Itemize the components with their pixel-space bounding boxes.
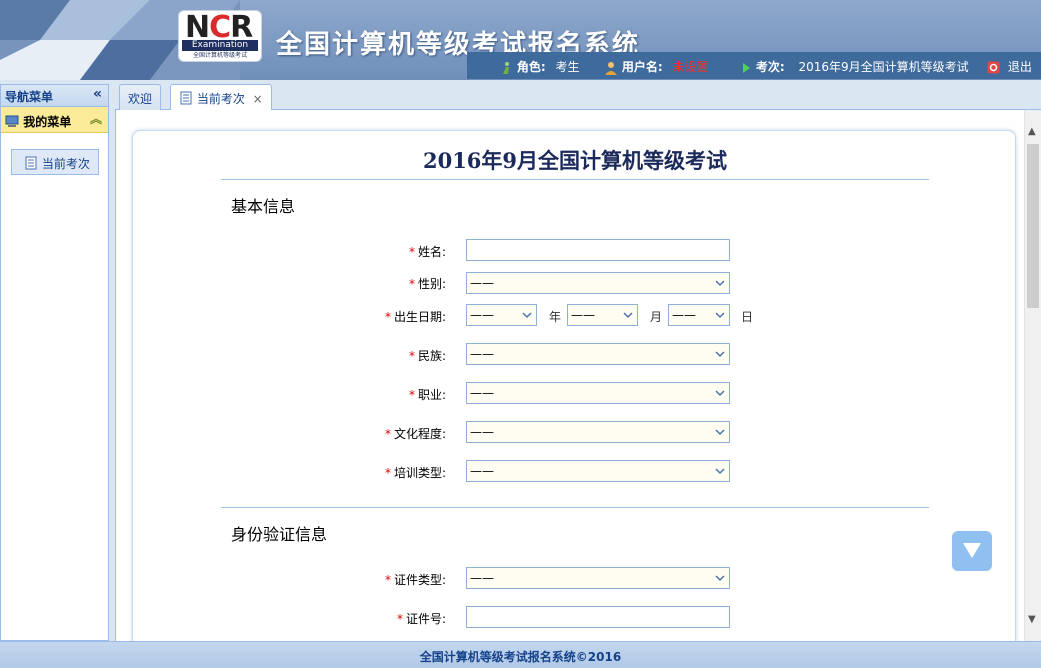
birth-year-select[interactable]: —— — [466, 304, 537, 326]
role-value: 考生 — [555, 60, 580, 74]
ncr-logo: NCR Examination 全国计算机等级考试 — [178, 10, 262, 62]
document-icon — [25, 156, 37, 170]
vertical-scrollbar[interactable]: ▲ ▼ — [1024, 110, 1041, 641]
role-info: 角色: 考生 — [499, 58, 579, 75]
chevron-down-icon — [715, 429, 725, 436]
month-unit: 月 — [650, 310, 663, 324]
scrollbar-thumb[interactable] — [1027, 144, 1039, 308]
nav-header: 导航菜单 « — [1, 85, 108, 107]
section-basic-info: 基本信息 — [231, 197, 296, 216]
chevron-up-icon[interactable]: ︽ — [90, 110, 102, 127]
session-info: 考次: 2016年9月全国计算机等级考试 — [740, 58, 969, 75]
form-title: 2016年9月全国计算机等级考试 — [422, 148, 728, 173]
education-select[interactable]: —— — [466, 421, 730, 443]
id-number-field[interactable] — [466, 606, 730, 628]
title-divider — [221, 179, 929, 180]
chevron-down-icon — [522, 312, 532, 319]
nav-title: 导航菜单 — [5, 90, 54, 104]
user-info-bar: 角色: 考生 用户名: 未设置 考次: 2016年9月全国计算机等级考试 退出 — [467, 52, 1041, 79]
occupation-label: * 职业: — [408, 388, 446, 402]
username-value: 未设置 — [672, 60, 709, 74]
tab-welcome[interactable]: 欢迎 — [119, 84, 162, 110]
navigation-panel: 导航菜单 « 我的菜单 ︽ 当前考次 — [0, 84, 109, 641]
gender-select[interactable]: —— — [466, 272, 730, 294]
name-label: * 姓名: — [408, 245, 446, 259]
nav-item-label: 当前考次 — [41, 157, 90, 171]
role-label: 角色: — [516, 60, 546, 74]
section-divider — [221, 507, 929, 508]
training-type-label: * 培训类型: — [384, 466, 446, 480]
training-type-select[interactable]: —— — [466, 460, 730, 482]
my-menu-title: 我的菜单 — [23, 115, 72, 129]
content-panel: 2016年9月全国计算机等级考试 基本信息 * 姓名: * 性别: —— * 出生日期… — [115, 110, 1041, 641]
nav-item-current-session[interactable]: 当前考次 — [11, 149, 99, 175]
user-icon — [605, 61, 617, 75]
required-mark: * — [408, 245, 415, 259]
chevron-down-icon — [715, 468, 725, 475]
scroll-down-button[interactable] — [952, 531, 992, 571]
chevron-down-icon — [715, 312, 725, 319]
birth-month-select[interactable]: —— — [567, 304, 638, 326]
session-label: 考次: — [755, 60, 785, 74]
arrow-down-icon — [963, 543, 981, 558]
logout-link[interactable]: 退出 — [987, 58, 1032, 75]
day-unit: 日 — [741, 310, 754, 324]
name-field[interactable] — [466, 239, 730, 261]
education-label: * 文化程度: — [384, 427, 446, 441]
role-icon — [503, 61, 509, 74]
tab-bar: 欢迎 当前考次 × — [115, 84, 1041, 111]
session-value: 2016年9月全国计算机等级考试 — [798, 60, 969, 74]
scroll-down-arrow-icon[interactable]: ▼ — [1028, 614, 1036, 625]
ethnicity-label: * 民族: — [408, 349, 446, 363]
logout-icon — [987, 61, 1000, 74]
tab-label: 欢迎 — [128, 92, 153, 106]
section-id-verification: 身份验证信息 — [231, 525, 328, 544]
tab-label: 当前考次 — [196, 92, 245, 106]
my-menu-header[interactable]: 我的菜单 ︽ — [1, 107, 108, 133]
chevron-down-icon — [623, 312, 633, 319]
chevron-down-icon — [715, 390, 725, 397]
username-label: 用户名: — [621, 60, 663, 74]
footer: 全国计算机等级考试报名系统©2016 — [0, 641, 1041, 668]
registration-form: 2016年9月全国计算机等级考试 基本信息 * 姓名: * 性别: —— * 出生日期… — [132, 130, 1016, 641]
year-unit: 年 — [549, 310, 562, 324]
scroll-up-arrow-icon[interactable]: ▲ — [1028, 126, 1036, 137]
tab-current-session[interactable]: 当前考次 × — [170, 84, 272, 111]
gender-label: * 性别: — [408, 277, 446, 291]
occupation-select[interactable]: —— — [466, 382, 730, 404]
menu-computer-icon — [5, 115, 19, 127]
chevron-down-icon — [715, 575, 725, 582]
logout-label: 退出 — [1007, 60, 1032, 74]
app-header: NCR Examination 全国计算机等级考试 全国计算机等级考试报名系统 … — [0, 0, 1041, 80]
play-icon — [743, 62, 750, 73]
id-number-label: * 证件号: — [396, 612, 446, 626]
chevron-down-icon — [715, 280, 725, 287]
birth-day-select[interactable]: —— — [668, 304, 730, 326]
logo-caption: 全国计算机等级考试 — [192, 52, 247, 59]
id-type-label: * 证件类型: — [384, 573, 446, 587]
id-type-select[interactable]: —— — [466, 567, 730, 589]
chevron-down-icon — [715, 351, 725, 358]
ethnicity-select[interactable]: —— — [466, 343, 730, 365]
birthdate-label: * 出生日期: — [384, 310, 446, 324]
logo-examination: Examination — [182, 40, 258, 51]
close-icon[interactable]: × — [253, 92, 263, 106]
username-info: 用户名: 未设置 — [604, 58, 708, 75]
document-icon — [180, 91, 192, 105]
collapse-left-icon[interactable]: « — [93, 86, 102, 102]
